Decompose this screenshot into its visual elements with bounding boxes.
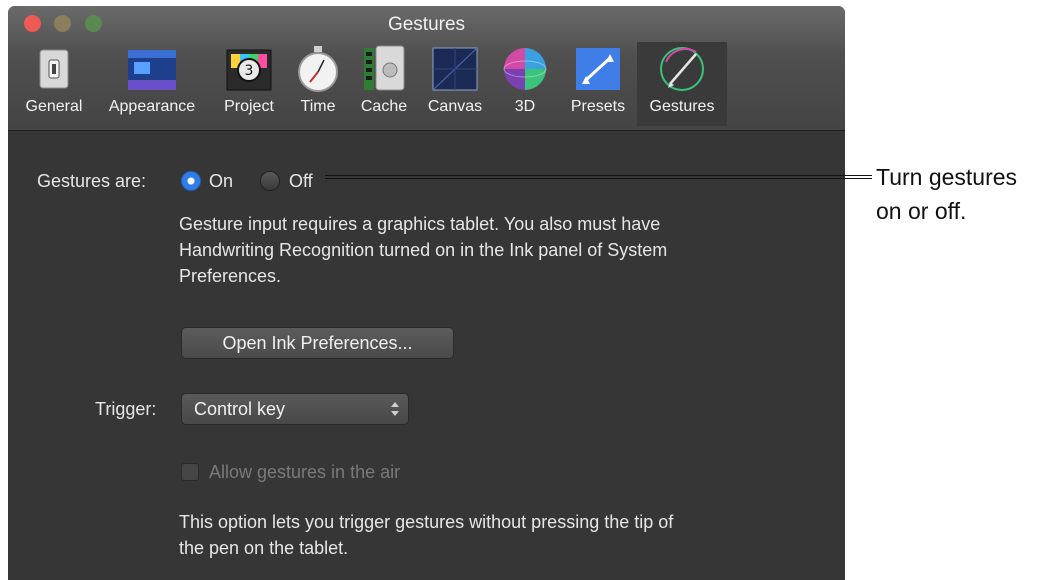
air-info-line: the pen on the tablet. [179,538,349,558]
cache-icon [364,45,405,91]
toolbar-label-cache: Cache [360,98,408,115]
gestures-panel: Gestures are: On Off Gesture input requi… [8,131,845,580]
presets-icon [576,48,620,90]
toolbar-label-canvas: Canvas [427,98,483,115]
toolbar-label-general: General [25,98,83,115]
trigger-select[interactable]: Control key [181,393,409,425]
allow-gestures-in-air-label: Allow gestures in the air [209,462,401,482]
general-switch-icon [39,49,69,89]
toolbar-label-appearance: Appearance [108,98,196,115]
toolbar-item-presets[interactable]: Presets [561,42,635,126]
title-bar: Gestures General Appearance 3 Project Ti… [8,6,845,131]
gestures-info-line: Handwriting Recognition turned on in the… [179,240,668,260]
appearance-icon [128,50,176,90]
gestures-info-line: Preferences. [179,266,282,286]
toolbar-item-cache[interactable]: Cache [355,42,413,126]
stopwatch-icon [298,46,338,92]
toolbar-item-3d[interactable]: 3D [498,42,552,126]
preferences-window: Gestures General Appearance 3 Project Ti… [8,6,845,580]
toolbar-item-canvas[interactable]: Canvas [421,42,489,126]
toolbar-item-time[interactable]: Time [290,42,346,126]
canvas-grid-icon [432,47,478,91]
trigger-select-value: Control key [194,399,286,419]
svg-text:3: 3 [245,63,254,79]
trigger-label: Trigger: [95,399,157,419]
toolbar-item-project[interactable]: 3 Project [215,42,283,126]
up-down-arrows-icon [391,402,399,416]
window-title: Gestures [387,14,466,35]
toolbar-label-time: Time [300,98,336,115]
toolbar-item-general[interactable]: General [20,42,88,126]
gestures-info-line: Gesture input requires a graphics tablet… [179,214,661,234]
gestures-off-label[interactable]: Off [289,168,313,194]
callout-line-1: Turn gestures [876,164,1018,190]
toolbar-item-gestures[interactable]: Gestures [637,42,727,126]
toolbar-label-project: Project [224,98,274,115]
3d-sphere-icon [503,48,547,90]
open-ink-preferences-button[interactable]: Open Ink Preferences... [181,327,454,359]
gestures-on-label[interactable]: On [209,168,233,194]
air-info-line: This option lets you trigger gestures wi… [179,512,674,532]
project-clapper-icon: 3 [226,49,272,91]
callout-line-2: on or off. [876,198,967,224]
toolbar-label-presets: Presets [570,98,626,115]
gestures-pen-icon [660,47,704,91]
gestures-are-label: Gestures are: [37,171,147,191]
callout-leader-line [325,175,872,179]
callout-text: Turn gestures on or off. [876,160,1017,228]
gestures-on-radio[interactable] [181,171,201,191]
toolbar-label-3d: 3D [514,98,536,115]
toolbar-item-appearance[interactable]: Appearance [98,42,206,126]
gestures-off-radio[interactable] [260,171,280,191]
toolbar-label-gestures: Gestures [649,98,715,115]
allow-gestures-in-air-checkbox[interactable] [181,463,199,481]
